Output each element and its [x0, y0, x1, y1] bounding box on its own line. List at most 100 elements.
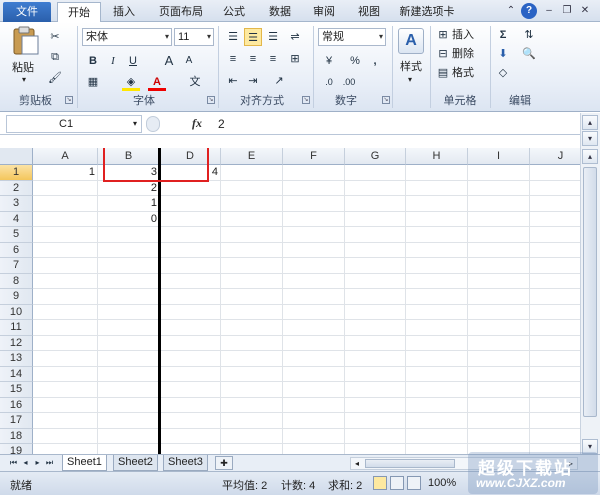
- column-header[interactable]: G: [345, 148, 406, 165]
- phonetic-button[interactable]: 文: [186, 73, 204, 91]
- format-cells-icon[interactable]: ▤: [434, 64, 452, 82]
- tab-file[interactable]: 文件: [3, 2, 51, 22]
- paste-dropdown-icon[interactable]: ▾: [22, 75, 26, 84]
- row-header[interactable]: 4: [0, 211, 33, 227]
- row-header[interactable]: 16: [0, 397, 33, 413]
- scroll-thumb[interactable]: [583, 167, 597, 417]
- clear-icon[interactable]: ◇: [494, 64, 512, 82]
- normal-view-icon[interactable]: [373, 476, 387, 490]
- align-top-icon[interactable]: ☰: [224, 28, 242, 46]
- align-left-icon[interactable]: ≡: [224, 50, 242, 68]
- font-color-button[interactable]: A: [148, 73, 166, 91]
- prev-sheet-icon[interactable]: ◂: [20, 457, 31, 469]
- formula-input[interactable]: 2: [218, 117, 225, 131]
- row-header[interactable]: 5: [0, 227, 33, 243]
- italic-button[interactable]: I: [104, 52, 122, 70]
- orientation-icon[interactable]: ↗: [270, 72, 288, 90]
- column-header[interactable]: A: [33, 148, 98, 165]
- sort-filter-icon[interactable]: ⇅: [520, 26, 538, 44]
- row-header[interactable]: 11: [0, 320, 33, 336]
- tab-formulas[interactable]: 公式: [215, 2, 253, 22]
- merge-center-icon[interactable]: ⊞: [286, 50, 304, 68]
- number-format-select[interactable]: 常规 ▾: [318, 28, 386, 46]
- row-header[interactable]: 2: [0, 180, 33, 196]
- font-launcher-icon[interactable]: ↘: [207, 96, 215, 104]
- last-sheet-icon[interactable]: ⏭: [44, 457, 55, 469]
- new-sheet-icon[interactable]: ✚: [215, 456, 233, 470]
- row-header[interactable]: 6: [0, 242, 33, 258]
- styles-icon[interactable]: A: [398, 28, 424, 54]
- hidden-column-divider[interactable]: [158, 148, 161, 454]
- format-cells-button[interactable]: 格式: [452, 64, 474, 82]
- wrap-text-icon[interactable]: ⇌: [286, 28, 304, 46]
- find-select-icon[interactable]: 🔍: [520, 45, 538, 63]
- split-up-icon[interactable]: ▴: [582, 115, 598, 130]
- column-header[interactable]: I: [468, 148, 530, 165]
- tab-data[interactable]: 数据: [260, 2, 300, 22]
- tab-page-layout[interactable]: 页面布局: [152, 2, 210, 22]
- align-bottom-icon[interactable]: ☰: [264, 28, 282, 46]
- column-header[interactable]: J: [530, 148, 580, 165]
- scroll-up-icon[interactable]: ▴: [582, 149, 598, 164]
- decrease-indent-icon[interactable]: ⇤: [224, 72, 242, 90]
- row-header[interactable]: 14: [0, 366, 33, 382]
- percent-button[interactable]: %: [346, 52, 364, 70]
- tab-home[interactable]: 开始: [57, 2, 101, 23]
- column-header[interactable]: H: [406, 148, 468, 165]
- first-sheet-icon[interactable]: ⏮: [8, 457, 19, 469]
- font-size-select[interactable]: 11 ▾: [174, 28, 214, 46]
- delete-cells-button[interactable]: 删除: [452, 45, 474, 63]
- row-header[interactable]: 12: [0, 335, 33, 351]
- select-all-corner[interactable]: [0, 148, 33, 165]
- align-center-icon[interactable]: ≡: [244, 50, 262, 68]
- next-sheet-icon[interactable]: ▸: [32, 457, 43, 469]
- format-painter-icon[interactable]: 🖌: [46, 69, 64, 87]
- cut-icon[interactable]: ✂: [46, 28, 64, 46]
- close-icon[interactable]: ✕: [577, 3, 593, 19]
- styles-button[interactable]: 样式: [400, 58, 422, 76]
- row-header[interactable]: 15: [0, 382, 33, 398]
- align-middle-icon[interactable]: ☰: [244, 28, 262, 46]
- row-header[interactable]: 3: [0, 196, 33, 212]
- row-header[interactable]: 13: [0, 351, 33, 367]
- increase-decimal-icon[interactable]: .0: [320, 73, 338, 91]
- name-box[interactable]: C1 ▾: [6, 115, 142, 133]
- zoom-level[interactable]: 100%: [428, 477, 456, 489]
- bold-button[interactable]: B: [84, 52, 102, 70]
- worksheet-grid[interactable]: ABDEFGHIJ 1 2 3 4 5 6 7 8 9 10 11 12 13 14 15 16 17 18 19 …: [0, 148, 580, 454]
- tab-new-tab[interactable]: 新建选项卡: [397, 2, 457, 22]
- currency-icon[interactable]: ¥: [320, 52, 338, 70]
- row-header[interactable]: 17: [0, 413, 33, 429]
- cell-b2[interactable]: 2: [98, 181, 160, 197]
- grow-font-button[interactable]: A: [160, 52, 178, 70]
- alignment-launcher-icon[interactable]: ↘: [302, 96, 310, 104]
- autosum-button[interactable]: Σ: [494, 26, 512, 44]
- underline-button[interactable]: U: [124, 52, 142, 70]
- minimize-icon[interactable]: –: [541, 3, 557, 19]
- column-header[interactable]: E: [221, 148, 283, 165]
- help-icon[interactable]: ?: [521, 3, 537, 19]
- copy-icon[interactable]: ⧉: [46, 48, 64, 66]
- sheet-tab-1[interactable]: Sheet1: [62, 455, 107, 471]
- row-header[interactable]: 10: [0, 304, 33, 320]
- align-right-icon[interactable]: ≡: [264, 50, 282, 68]
- row-header[interactable]: 18: [0, 428, 33, 444]
- tab-review[interactable]: 审阅: [305, 2, 343, 22]
- fill-icon[interactable]: ⬇: [494, 45, 512, 63]
- insert-cells-icon[interactable]: ⊞: [434, 26, 452, 44]
- fill-color-icon[interactable]: ◈: [122, 73, 140, 91]
- delete-cells-icon[interactable]: ⊟: [434, 45, 452, 63]
- page-break-view-icon[interactable]: [407, 476, 421, 490]
- borders-icon[interactable]: ▦: [84, 73, 102, 91]
- font-name-select[interactable]: 宋体 ▾: [82, 28, 172, 46]
- increase-indent-icon[interactable]: ⇥: [244, 72, 262, 90]
- tab-view[interactable]: 视图: [350, 2, 388, 22]
- number-launcher-icon[interactable]: ↘: [382, 96, 390, 104]
- row-header[interactable]: 7: [0, 258, 33, 274]
- paste-icon[interactable]: [10, 26, 40, 56]
- collapse-ribbon-icon[interactable]: ⌃: [503, 3, 519, 19]
- scroll-left-icon[interactable]: ◂: [351, 458, 363, 469]
- restore-icon[interactable]: ❐: [559, 3, 575, 19]
- sheet-tab-2[interactable]: Sheet2: [113, 455, 158, 471]
- cell-a1[interactable]: 1: [33, 165, 98, 181]
